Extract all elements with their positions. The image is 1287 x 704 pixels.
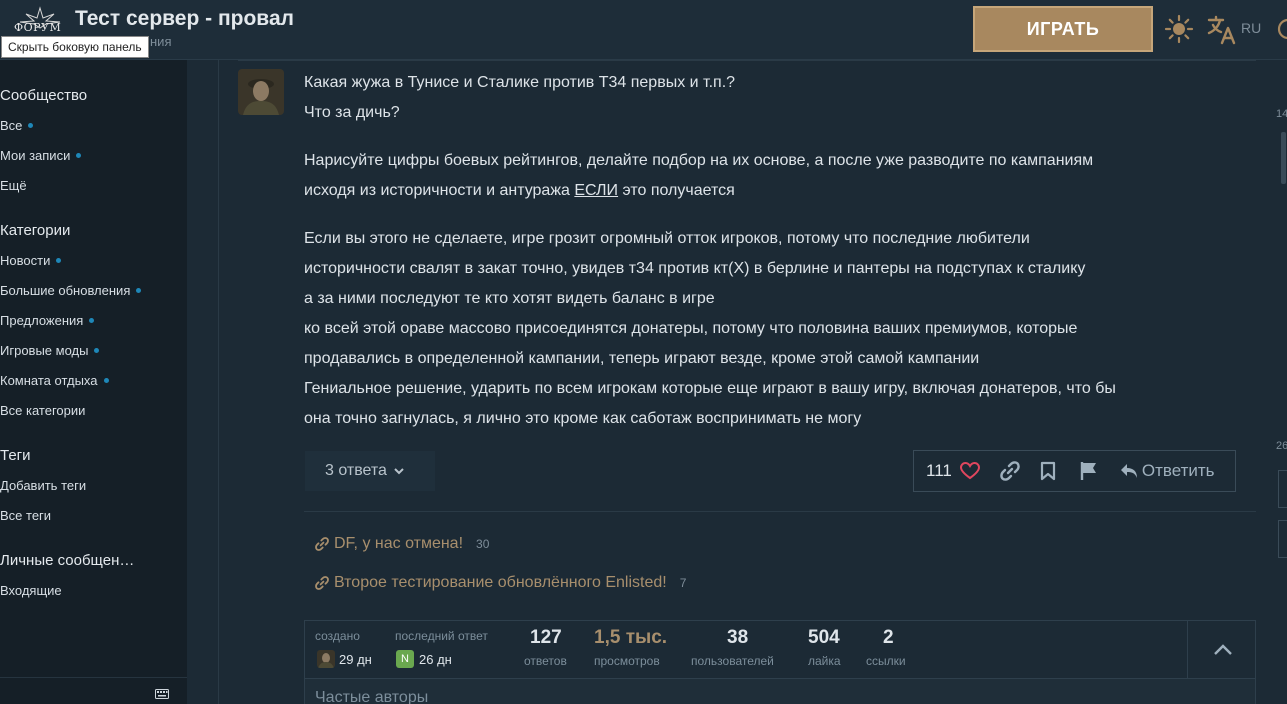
section-divider (304, 511, 1256, 512)
timeline-button[interactable] (1278, 470, 1287, 508)
linked-topic-count: 30 (476, 537, 490, 551)
page-subtitle: ния (150, 34, 172, 49)
sidebar-item-big-updates[interactable]: Большие обновления (0, 283, 142, 298)
sidebar-heading-categories[interactable]: Категории (0, 222, 70, 239)
frequent-posters-label: Частые авторы (315, 689, 429, 704)
likes-total: 504 (808, 627, 840, 648)
page-title[interactable]: Тест сервер - провал (75, 7, 294, 31)
sidebar-item-all-categories[interactable]: Все категории (0, 403, 85, 418)
link-icon[interactable] (1000, 461, 1020, 481)
post-text-line: Какая жужа в Тунисе и Сталике против Т34… (304, 74, 736, 91)
avatar[interactable]: N (396, 650, 414, 668)
unread-dot (89, 318, 95, 323)
likes-count[interactable]: 111 (926, 461, 952, 481)
link-icon (315, 576, 329, 590)
timeline-button[interactable] (1278, 520, 1287, 558)
reply-button[interactable]: Ответить (1142, 461, 1215, 481)
post-body: Какая жужа в Тунисе и Сталике против Т34… (304, 68, 1244, 452)
user-menu-icon[interactable] (1276, 16, 1287, 42)
sidebar-item-more[interactable]: Ещё (0, 178, 27, 193)
main-gutter-line (218, 60, 219, 704)
views-count-label: просмотров (594, 654, 660, 668)
linked-topic-title[interactable]: DF, у нас отмена! (334, 535, 463, 553)
unread-dot (76, 153, 82, 158)
last-reply-time[interactable]: 26 дн (419, 652, 452, 667)
chevron-down-icon (394, 468, 404, 475)
unread-dot (28, 123, 34, 128)
users-count-label: пользователей (691, 654, 774, 668)
linked-topic[interactable]: DF, у нас отмена! 30 (315, 535, 489, 553)
sidebar-item-news[interactable]: Новости (0, 253, 62, 268)
views-count: 1,5 тыс. (594, 627, 668, 648)
unread-dot (94, 348, 100, 353)
links-count-label: ссылки (866, 654, 906, 668)
unread-dot (136, 288, 142, 293)
topic-stats: создано 29 дн последний ответ N 26 дн 12… (304, 620, 1257, 679)
sidebar-item-suggestions[interactable]: Предложения (0, 313, 95, 328)
frequent-posters: Частые авторы (304, 678, 1256, 704)
show-replies-button[interactable]: 3 ответа (305, 451, 435, 491)
timeline-date: 26 (1276, 440, 1287, 452)
flag-icon[interactable] (1080, 461, 1098, 481)
bookmark-icon[interactable] (1040, 461, 1056, 481)
replies-label: 3 ответа (325, 462, 387, 479)
likes-total-label: лайка (808, 654, 841, 668)
post-text-line: Нарисуйте цифры боевых рейтингов, делайт… (304, 152, 1094, 169)
created-time[interactable]: 29 дн (339, 652, 372, 667)
replies-count: 127 (530, 627, 562, 648)
chevron-up-icon (1213, 644, 1232, 655)
translate-icon[interactable] (1206, 14, 1238, 46)
post-text-line: ко всей этой ораве массово присоединятся… (304, 320, 1078, 337)
timeline-position: 14 (1276, 108, 1287, 120)
tooltip: Скрыть боковую панель (1, 36, 149, 58)
post-text-line: историчности свалят в закат точно, увиде… (304, 260, 1086, 277)
sidebar-heading-messages[interactable]: Личные сообщен… (0, 552, 134, 569)
linked-topic-title[interactable]: Второе тестирование обновлённого Enliste… (334, 574, 667, 592)
header: ФОРУМ Тест сервер - провал ния Скрыть бо… (0, 0, 1287, 60)
sidebar-divider (0, 677, 187, 678)
play-button[interactable]: ИГРАТЬ (973, 6, 1153, 52)
language-label[interactable]: RU (1241, 20, 1261, 36)
post-actions: 111 Ответить (913, 450, 1236, 492)
avatar[interactable] (317, 650, 335, 668)
replies-count-label: ответов (524, 654, 567, 668)
collapse-stats-button[interactable] (1187, 621, 1257, 679)
heart-icon[interactable] (959, 462, 980, 480)
post-text-line: продавались в определенной кампании, теп… (304, 350, 980, 367)
timeline-scroll-handle[interactable] (1281, 132, 1286, 184)
created-label: создано (315, 629, 360, 643)
sidebar-item-inbox[interactable]: Входящие (0, 583, 62, 598)
keyboard-icon[interactable] (155, 689, 169, 699)
links-count: 2 (883, 627, 894, 648)
unread-dot (56, 258, 62, 263)
emphasis-underline: ЕСЛИ (574, 182, 619, 199)
unread-dot (103, 378, 109, 383)
users-count: 38 (727, 627, 749, 648)
post-text-line: исходя из историчности и антуража ЕСЛИ э… (304, 182, 735, 199)
post-text-line: а за ними последуют те кто хотят видеть … (304, 290, 715, 307)
logo-text: ФОРУМ (14, 21, 62, 34)
linked-topic[interactable]: Второе тестирование обновлённого Enliste… (315, 574, 686, 592)
linked-topic-count: 7 (679, 576, 687, 590)
link-icon (315, 537, 329, 551)
post-text-line: Гениальное решение, ударить по всем игро… (304, 380, 1116, 397)
sidebar-item-all-tags[interactable]: Все теги (0, 508, 51, 523)
sidebar-item-all[interactable]: Все (0, 118, 34, 133)
sun-icon[interactable] (1164, 14, 1194, 44)
sidebar-heading-tags[interactable]: Теги (0, 447, 31, 464)
sidebar: Сообщество Все Мои записи Ещё Категории … (0, 60, 187, 704)
sidebar-item-add-tags[interactable]: Добавить теги (0, 478, 86, 493)
post-divider (238, 60, 1256, 61)
avatar[interactable] (238, 69, 284, 115)
post-text-line: Что за дичь? (304, 104, 400, 121)
reply-icon[interactable] (1120, 463, 1138, 479)
post-text-line: она точно загнулась, я лично это кроме к… (304, 410, 862, 427)
post-text-line: Если вы этого не сделаете, игре грозит о… (304, 230, 1030, 247)
sidebar-heading-community[interactable]: Сообщество (0, 87, 87, 104)
sidebar-item-game-modes[interactable]: Игровые моды (0, 343, 100, 358)
last-reply-label: последний ответ (395, 629, 488, 643)
sidebar-item-lounge[interactable]: Комната отдыха (0, 373, 109, 388)
sidebar-item-my-posts[interactable]: Мои записи (0, 148, 82, 163)
